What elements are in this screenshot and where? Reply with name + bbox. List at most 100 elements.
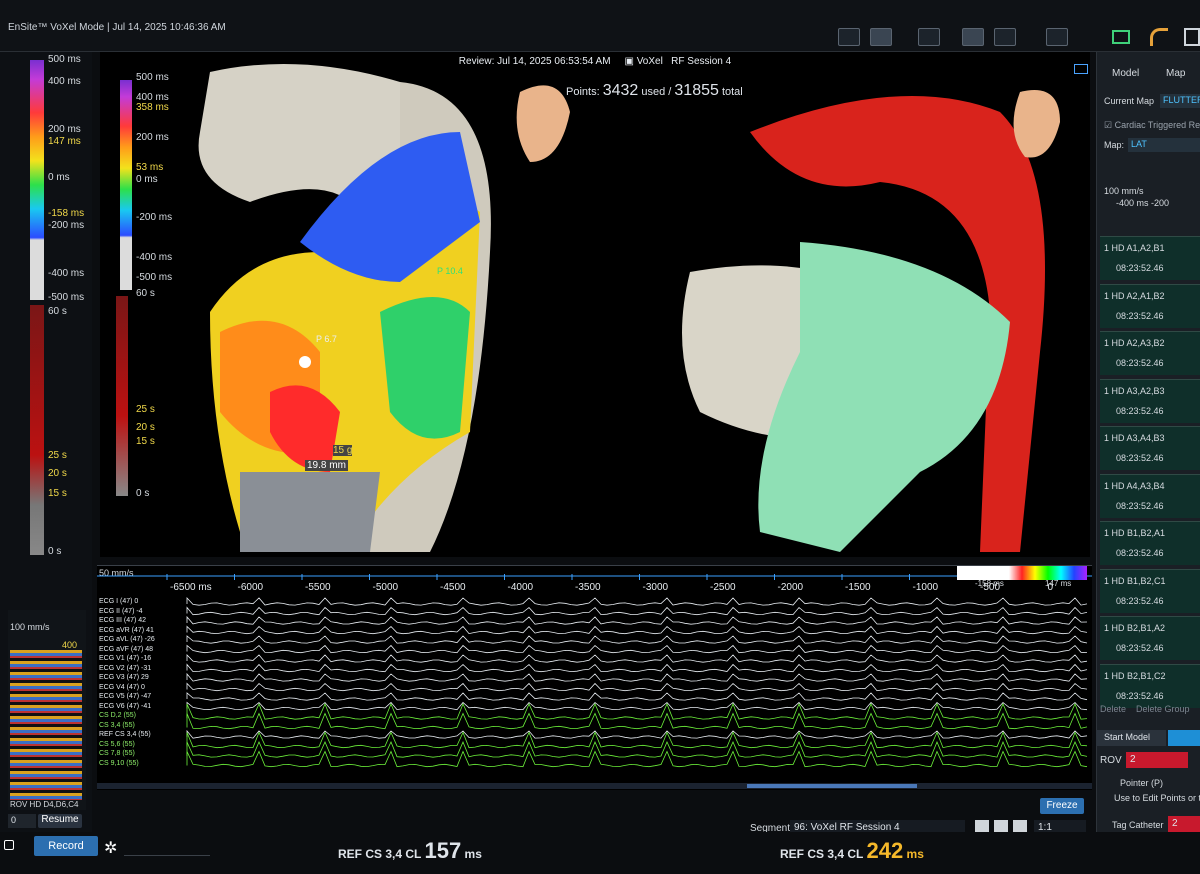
point-time: 08:23:52.46 (1116, 453, 1164, 463)
map-label: Map: (1104, 140, 1125, 150)
settings-gear-icon[interactable]: ✲ (104, 838, 117, 858)
search-tool-button[interactable] (838, 28, 860, 46)
split-tool-button[interactable] (994, 28, 1016, 46)
delete-group-button[interactable]: Delete Group (1136, 704, 1190, 714)
app-name: EnSite™ VoXel Mode | (8, 22, 110, 33)
p-label-1: P 10.4 (437, 266, 463, 276)
pointer-hint: Use to Edit Points or t (1114, 793, 1200, 803)
channel-label: ECG V6 (47) -41 (99, 702, 152, 710)
resume-button[interactable]: Resume (38, 814, 82, 828)
point-list-row[interactable]: 1 HD B2,B1,C2 08:23:52.46 (1100, 663, 1200, 708)
point-name: 1 HD A2,A3,B2 (1104, 338, 1165, 348)
window-tool-button[interactable] (918, 28, 940, 46)
trace-line (186, 702, 1088, 720)
left-scale-tick: 25 s (48, 450, 67, 461)
point-time: 08:23:52.46 (1116, 405, 1164, 416)
point-list-row[interactable]: 1 HD B1,B2,A1 08:23:52.46 (1100, 521, 1200, 565)
freeze-button[interactable]: Freeze (1040, 798, 1084, 814)
record-name-field[interactable] (124, 840, 210, 856)
left-scale-tick: 400 ms (48, 76, 81, 87)
point-time: 08:23:52.46 (1116, 595, 1164, 606)
point-time: 08:23:52.46 (1116, 263, 1164, 273)
point-list-row[interactable]: 1 HD A2,A1,B2 08:23:52.46 (1100, 283, 1200, 328)
channel-label: ECG II (47) -4 (99, 607, 143, 615)
trace-line (186, 672, 1088, 682)
point-list-row[interactable]: 1 HD B1,B2,C1 08:23:52.46 (1100, 568, 1200, 613)
monitor-icon[interactable] (1112, 30, 1130, 44)
point-list-row[interactable]: 1 HD B2,B1,A2 08:23:52.46 (1100, 616, 1200, 660)
left-scale-tick: 15 s (48, 488, 67, 499)
grid-icon[interactable] (1184, 28, 1200, 46)
current-map-select[interactable]: FLUTTER (1160, 94, 1200, 108)
channel-label: ECG V4 (47) 0 (99, 683, 145, 691)
channel-label: CS 3,4 (55) (99, 721, 135, 729)
start-model-label: Start Model (1104, 732, 1151, 742)
mid-scale-tick: 358 ms (136, 102, 169, 113)
rov-right-value: 2 (1130, 754, 1136, 765)
map-select[interactable]: LAT (1128, 138, 1200, 152)
ref-cl-right: REF CS 3,4 CL 242 ms (780, 838, 924, 864)
mini-traces (10, 650, 82, 800)
pointer-label[interactable]: Pointer (P) (1120, 778, 1163, 788)
menu-icon[interactable] (4, 840, 14, 850)
delete-button[interactable]: Delete (1100, 704, 1126, 714)
tab-model[interactable]: Model (1112, 68, 1139, 79)
layout-tool-button[interactable] (962, 28, 984, 46)
waveform-panel[interactable]: 50 mm/s -6500 ms -6000 -5500 -5000 -4500 -400… (97, 565, 1092, 790)
trace-line (186, 625, 1088, 635)
trace-line (186, 701, 1088, 711)
export-tool-button[interactable] (1046, 28, 1068, 46)
orientation-torso-left (516, 85, 570, 162)
catheter-icon[interactable] (1150, 28, 1168, 46)
p-label-2: P 6.7 (316, 334, 337, 344)
ref-cl-left: REF CS 3,4 CL 157 ms (338, 838, 482, 864)
point-list-row[interactable]: 1 HD A1,A2,B1 08:23:52.46 (1100, 236, 1200, 280)
force-label: 15 g (333, 445, 353, 456)
left-scale-tick: 200 ms (48, 124, 81, 135)
time-scale-bar-2 (116, 296, 128, 496)
point-time: 08:23:52.46 (1116, 690, 1164, 701)
point-list-row[interactable]: 1 HD A3,A2,B3 08:23:52.46 (1100, 378, 1200, 423)
point-list-row[interactable]: 1 HD A2,A3,B2 08:23:52.46 (1100, 331, 1200, 375)
point-name: 1 HD B1,B2,A1 (1104, 528, 1166, 538)
trace-line (186, 654, 1088, 663)
mid-scale-tick: 53 ms (136, 162, 164, 173)
map-view[interactable]: Review: Jul 14, 2025 06:53:54 AM ▣ VoXel… (100, 52, 1090, 557)
current-map-label: Current Map (1104, 96, 1155, 106)
point-name: 1 HD B2,B1,C2 (1104, 670, 1166, 681)
right-speed: 100 mm/s (1104, 186, 1144, 196)
channel-label: REF CS 3,4 (55) (99, 731, 151, 738)
expand-icon[interactable] (1074, 64, 1088, 74)
ref-cl-right-label: REF CS 3,4 CL (780, 847, 864, 861)
axis-label: -5000 (373, 582, 399, 593)
distance-label: 19.8 mm (305, 460, 348, 471)
scroll-bar[interactable] (97, 783, 1092, 789)
trace-line (186, 729, 1088, 739)
point-name: 1 HD A1,A2,B1 (1104, 243, 1165, 253)
start-model-button[interactable]: Start Model (1096, 730, 1166, 746)
trace-line (186, 635, 1088, 644)
ablation-tool-button[interactable] (870, 28, 892, 46)
left-scale-tick: 0 ms (48, 172, 70, 183)
cardiac-checkbox[interactable]: ☑ Cardiac Triggered Re (1104, 120, 1200, 131)
point-list-row[interactable]: 1 HD A3,A4,B3 08:23:52.46 (1100, 426, 1200, 470)
mini-left-label: -158 ms (975, 579, 1004, 588)
point-list-row[interactable]: 1 HD A4,A3,B4 08:23:52.46 (1100, 473, 1200, 518)
ref-cl-right-value: 242 (866, 838, 904, 863)
scroll-thumb[interactable] (747, 784, 917, 788)
rov-right-select[interactable]: 2 (1126, 752, 1188, 768)
tag-catheter-select[interactable]: 2 (1168, 816, 1200, 832)
rov-select[interactable]: 0 (8, 814, 36, 828)
rov-select-value: 0 (11, 815, 17, 825)
mid-scale-tick: -500 ms (136, 272, 173, 283)
point-time: 08:23:52.46 (1116, 500, 1164, 511)
channel-label: CS 7,8 (55) (99, 750, 135, 757)
tab-map[interactable]: Map (1166, 68, 1185, 79)
record-button[interactable]: Record (34, 836, 98, 856)
point-name: 1 HD A3,A2,B3 (1104, 385, 1165, 396)
trace-line (186, 712, 1088, 730)
start-map-button[interactable] (1168, 730, 1200, 746)
axis-label: -4000 (508, 582, 534, 593)
mini-signal-panel: 100 mm/s 400 ROV HD D4,D6,C4 (8, 610, 86, 810)
mini-speed: 100 mm/s (10, 622, 50, 632)
